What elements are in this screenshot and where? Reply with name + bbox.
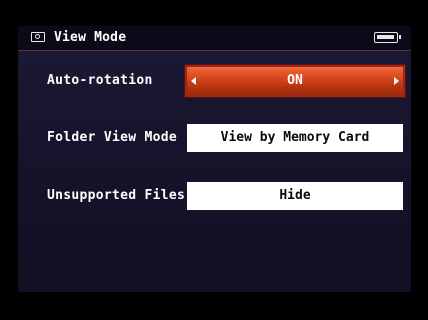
auto-rotation-value: ON: [287, 73, 303, 88]
battery-icon: [374, 32, 401, 43]
auto-rotation-selector[interactable]: ON: [185, 65, 405, 97]
title-bar: View Mode: [18, 26, 411, 51]
view-mode-screen: View Mode Auto-rotation ON Folder View M…: [18, 26, 411, 292]
unsupported-files-selector[interactable]: Hide: [187, 182, 403, 210]
unsupported-files-value: Hide: [279, 188, 311, 203]
unsupported-files-label: Unsupported Files: [47, 188, 186, 203]
screen-title: View Mode: [54, 30, 127, 45]
folder-view-mode-selector[interactable]: View by Memory Card: [187, 124, 403, 152]
left-arrow-icon[interactable]: [191, 77, 196, 85]
auto-rotation-label: Auto-rotation: [47, 73, 153, 88]
playback-mode-icon: [31, 32, 45, 42]
folder-view-mode-value: View by Memory Card: [220, 130, 370, 145]
folder-view-mode-label: Folder View Mode: [47, 130, 178, 145]
right-arrow-icon[interactable]: [394, 77, 399, 85]
